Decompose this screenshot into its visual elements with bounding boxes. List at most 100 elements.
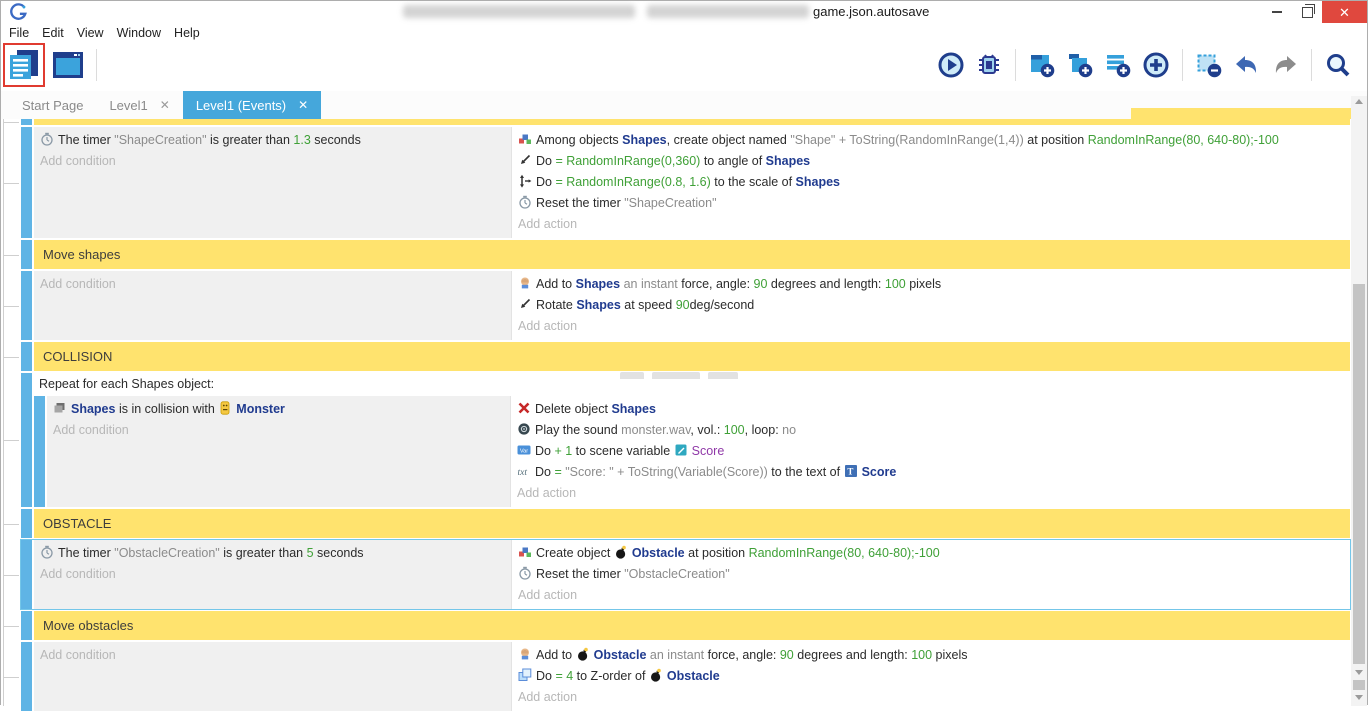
tab-level1-events-[interactable]: Level1 (Events)✕	[183, 91, 321, 119]
delete-event-button[interactable]	[1194, 50, 1224, 80]
text-segment: Play the sound	[535, 423, 621, 437]
menu-item-view[interactable]: View	[77, 26, 104, 40]
add-condition-placeholder[interactable]: Add condition	[40, 151, 507, 172]
action-line[interactable]: Add to Obstacle an instant force, angle:…	[518, 645, 1344, 666]
event-handle[interactable]	[21, 540, 32, 609]
blurred-path-text	[647, 5, 809, 18]
text-segment: force, angle:	[681, 277, 753, 291]
event-handle[interactable]	[21, 509, 32, 538]
variable-icon: Var	[517, 443, 531, 457]
event-handle[interactable]	[21, 342, 32, 371]
condition-line[interactable]: Shapes is in collision with Monster	[53, 399, 506, 420]
add-action-placeholder[interactable]: Add action	[517, 483, 1344, 504]
text-segment: no	[782, 423, 796, 437]
scene-editor-button[interactable]	[49, 45, 87, 85]
text-segment: 1.3	[293, 133, 310, 147]
event-handle[interactable]	[21, 240, 32, 269]
action-line[interactable]: Do = 4 to Z-order of Obstacle	[518, 666, 1344, 687]
conditions-column: The timer "ObstacleCreation" is greater …	[34, 540, 512, 609]
tree-connector	[3, 575, 19, 576]
svg-text:Var: Var	[520, 449, 528, 455]
group-row: COLLISION	[21, 342, 1350, 371]
event-handle[interactable]	[21, 127, 32, 238]
tree-connector	[3, 183, 19, 184]
undo-button[interactable]	[1232, 50, 1262, 80]
action-line[interactable]: Among objects Shapes, create object name…	[518, 130, 1344, 151]
condition-line[interactable]: The timer "ShapeCreation" is greater tha…	[40, 130, 507, 151]
tab-bar: Start PageLevel1✕Level1 (Events)✕	[1, 91, 1367, 119]
action-line[interactable]: Do = RandomInRange(0.8, 1.6) to the scal…	[518, 172, 1344, 193]
event-handle[interactable]	[21, 642, 32, 711]
tab-start-page[interactable]: Start Page	[9, 91, 96, 119]
event-handle[interactable]	[21, 271, 32, 340]
add-action-placeholder[interactable]: Add action	[518, 214, 1344, 235]
tab-level1[interactable]: Level1✕	[96, 91, 182, 119]
action-line[interactable]: Rotate Shapes at speed 90deg/second	[518, 295, 1344, 316]
action-line[interactable]: Reset the timer "ObstacleCreation"	[518, 564, 1344, 585]
condition-line[interactable]: The timer "ObstacleCreation" is greater …	[40, 543, 507, 564]
add-action-placeholder[interactable]: Add action	[518, 585, 1344, 606]
restore-button[interactable]	[1292, 1, 1322, 23]
text-segment: + 1	[554, 444, 572, 458]
vertical-scrollbar[interactable]	[1351, 96, 1367, 706]
text-segment: Obstacle	[667, 669, 720, 683]
add-condition-placeholder[interactable]: Add condition	[40, 274, 507, 295]
group-header[interactable]: Move shapes	[34, 240, 1350, 269]
text-segment: Shapes	[796, 175, 840, 189]
blurred-path-text	[403, 5, 635, 18]
secondary-scrollbar-thumb[interactable]	[1353, 680, 1365, 690]
add-comment-event-button[interactable]	[1103, 50, 1133, 80]
actions-column: Among objects Shapes, create object name…	[512, 127, 1350, 238]
action-line[interactable]: VarDo + 1 to scene variable Score	[517, 441, 1344, 462]
add-condition-placeholder[interactable]: Add condition	[40, 645, 507, 666]
action-line[interactable]: Reset the timer "ShapeCreation"	[518, 193, 1344, 214]
menu-item-edit[interactable]: Edit	[42, 26, 64, 40]
group-header[interactable]: Move obstacles	[34, 611, 1350, 640]
menu-item-window[interactable]: Window	[117, 26, 161, 40]
action-line[interactable]: txtDo = "Score: " + ToString(Variable(Sc…	[517, 462, 1344, 483]
secondary-scrollbar-down-arrow[interactable]	[1355, 695, 1363, 700]
event-handle[interactable]	[21, 373, 32, 507]
add-condition-placeholder[interactable]: Add condition	[53, 420, 506, 441]
text-segment: Shapes	[576, 298, 620, 312]
play-button[interactable]	[936, 50, 966, 80]
close-button[interactable]: ✕	[1322, 1, 1367, 23]
action-line[interactable]: Delete object Shapes	[517, 399, 1344, 420]
search-button[interactable]	[1323, 50, 1353, 80]
add-action-placeholder[interactable]: Add action	[518, 316, 1344, 337]
add-instruction-button[interactable]	[1141, 50, 1171, 80]
scrollbar-thumb[interactable]	[1353, 284, 1365, 664]
toolbar	[1, 43, 1367, 91]
action-line[interactable]: Add to Shapes an instant force, angle: 9…	[518, 274, 1344, 295]
group-header[interactable]: COLLISION	[34, 342, 1350, 371]
text-segment: Do	[535, 444, 554, 458]
debug-button[interactable]	[974, 50, 1004, 80]
create-object-icon	[518, 545, 532, 559]
tab-close-icon[interactable]: ✕	[160, 98, 170, 112]
action-line[interactable]: Do = RandomInRange(0,360) to angle of Sh…	[518, 151, 1344, 172]
event-handle[interactable]	[21, 611, 32, 640]
text-segment: The timer	[58, 546, 114, 560]
action-line[interactable]: Play the sound monster.wav, vol.: 100, l…	[517, 420, 1344, 441]
menu-item-help[interactable]: Help	[174, 26, 200, 40]
add-event-button[interactable]	[1027, 50, 1057, 80]
redo-button[interactable]	[1270, 50, 1300, 80]
scrollbar-up-arrow[interactable]	[1355, 99, 1363, 104]
action-line[interactable]: Create object Obstacle at position Rando…	[518, 543, 1344, 564]
text-segment: Monster	[236, 402, 285, 416]
scrollbar-down-arrow[interactable]	[1355, 670, 1363, 675]
add-condition-placeholder[interactable]: Add condition	[40, 564, 507, 585]
event-hover-buttons[interactable]	[620, 372, 738, 379]
events-editor-button[interactable]	[5, 45, 43, 85]
sub-event-handle[interactable]	[34, 396, 45, 507]
event-handle[interactable]	[21, 119, 32, 125]
tab-close-icon[interactable]: ✕	[298, 98, 308, 112]
text-segment: Do	[536, 175, 555, 189]
delete-icon	[517, 401, 531, 415]
group-header[interactable]: OBSTACLE	[34, 509, 1350, 538]
add-subevent-button[interactable]	[1065, 50, 1095, 80]
minimize-button[interactable]	[1262, 1, 1292, 23]
text-segment: , create object named	[667, 133, 791, 147]
menu-item-file[interactable]: File	[9, 26, 29, 40]
text-segment: Shapes	[766, 154, 810, 168]
